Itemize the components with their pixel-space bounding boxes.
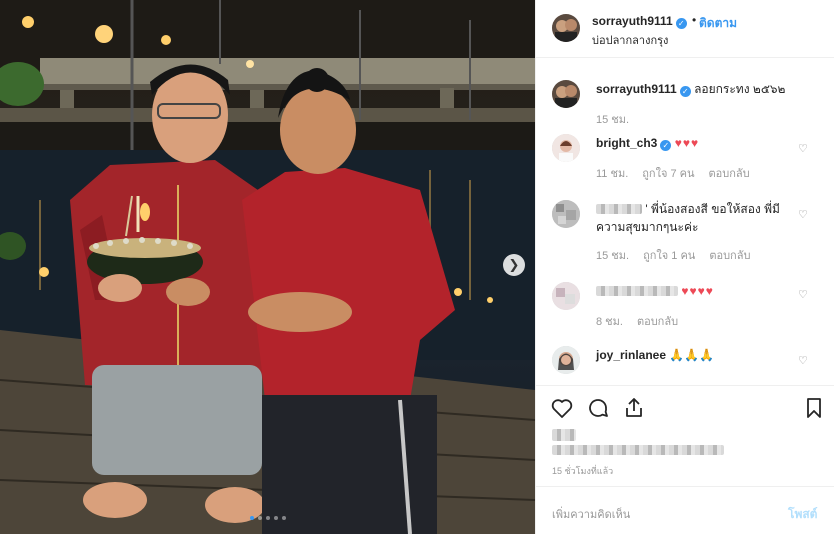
verified-badge-icon: ✓ (679, 86, 691, 97)
author-username-text[interactable]: sorrayuth9111 (592, 14, 673, 28)
reply-button[interactable]: ตอบกลับ (709, 246, 750, 264)
comment-body: 🙏🙏🙏 (669, 348, 715, 362)
post-comment-button[interactable]: โพสต์ (788, 505, 817, 524)
heart-outline-icon[interactable] (550, 396, 574, 420)
caption-body: ลอยกระทง ๒๕๖๒ (694, 82, 786, 96)
comment-username[interactable]: joy_rinlanee (596, 348, 666, 362)
likes-summary-blurred[interactable] (552, 429, 724, 455)
follow-separator: • (692, 13, 697, 27)
caption-meta: 15 ชม. (596, 110, 629, 128)
comment-likes-link[interactable]: ถูกใจ 1 คน (643, 246, 695, 264)
caption-time: 15 ชม. (596, 114, 630, 126)
post-location[interactable]: บ่อปลากลางกรุง (592, 31, 668, 49)
share-arrow-icon[interactable] (622, 396, 646, 420)
comment-likes-link[interactable]: ถูกใจ 7 คน (642, 164, 694, 182)
comment-text: ' พี่น้องสองสี ขอให้สอง พี่มีความสุขมากๆ… (596, 200, 796, 236)
author-avatar[interactable] (552, 14, 580, 42)
chevron-right-icon: ❯ (508, 257, 520, 272)
comment-meta: 11 ชม. ถูกใจ 7 คน ตอบกลับ (596, 164, 750, 182)
comment-text: joy_rinlanee 🙏🙏🙏 (596, 346, 796, 364)
caption-username[interactable]: sorrayuth9111 (596, 82, 677, 96)
comment-text: ♥♥♥♥ (596, 282, 796, 300)
comment-input[interactable]: เพิ่มความคิดเห็น (552, 505, 630, 523)
comment-meta: 8 ชม. ตอบกลับ (596, 312, 678, 330)
caption-text: sorrayuth9111 ✓ ลอยกระทง ๒๕๖๒ (596, 80, 796, 98)
commenter-avatar[interactable] (552, 282, 580, 310)
carousel-dot (274, 516, 278, 520)
reply-button[interactable]: ตอบกลับ (709, 164, 750, 182)
comment-meta: 15 ชม. ถูกใจ 1 คน ตอบกลับ (596, 246, 750, 264)
commenter-avatar[interactable] (552, 134, 580, 162)
liker-blurred (552, 429, 576, 441)
post-timestamp[interactable]: 15 ชั่วโมงที่แล้ว (552, 464, 613, 478)
post-header: sorrayuth9111 ✓ • ติดตาม บ่อปลากลางกรุง (536, 0, 834, 58)
comment-time: 11 ชม. (596, 168, 629, 180)
comment-time: 8 ชม. (596, 316, 623, 328)
author-avatar[interactable] (552, 80, 580, 108)
carousel-dot (266, 516, 270, 520)
follow-button[interactable]: ติดตาม (699, 14, 737, 33)
carousel-dot (258, 516, 262, 520)
carousel-dot (282, 516, 286, 520)
reply-button[interactable]: ตอบกลับ (637, 312, 678, 330)
carousel-indicator (250, 516, 286, 520)
carousel-next-button[interactable]: ❯ (503, 254, 525, 276)
commenter-avatar[interactable] (552, 200, 580, 228)
comment-like-heart-icon[interactable]: ♡ (798, 354, 808, 367)
comment-like-heart-icon[interactable]: ♡ (798, 208, 808, 221)
comment-like-heart-icon[interactable]: ♡ (798, 288, 808, 301)
comments-list[interactable]: sorrayuth9111 ✓ ลอยกระทง ๒๕๖๒ 15 ชม. brig… (536, 58, 834, 385)
bookmark-icon[interactable] (802, 396, 826, 420)
photo-scene (0, 0, 535, 534)
liked-by-blurred (552, 445, 724, 455)
post-photo[interactable]: ❯ (0, 0, 535, 534)
comment-text: bright_ch3 ✓ ♥♥♥ (596, 134, 796, 152)
comment-body: ♥♥♥♥ (681, 284, 714, 298)
comment-body: ♥♥♥ (674, 136, 700, 150)
comment-username-blurred (596, 204, 642, 214)
comment-like-heart-icon[interactable]: ♡ (798, 142, 808, 155)
comment-username[interactable]: bright_ch3 (596, 136, 657, 150)
carousel-dot (250, 516, 254, 520)
commenter-avatar[interactable] (552, 346, 580, 374)
post-side-panel: sorrayuth9111 ✓ • ติดตาม บ่อปลากลางกรุง s… (535, 0, 834, 534)
verified-badge-icon: ✓ (675, 18, 687, 29)
post-actions: 15 ชั่วโมงที่แล้ว (536, 385, 834, 485)
verified-badge-icon: ✓ (660, 140, 672, 151)
author-username[interactable]: sorrayuth9111 ✓ (592, 14, 687, 29)
comment-time: 15 ชม. (596, 250, 630, 262)
speech-bubble-icon[interactable] (586, 396, 610, 420)
add-comment-bar: เพิ่มความคิดเห็น โพสต์ (536, 486, 834, 534)
comment-username-blurred (596, 286, 678, 296)
